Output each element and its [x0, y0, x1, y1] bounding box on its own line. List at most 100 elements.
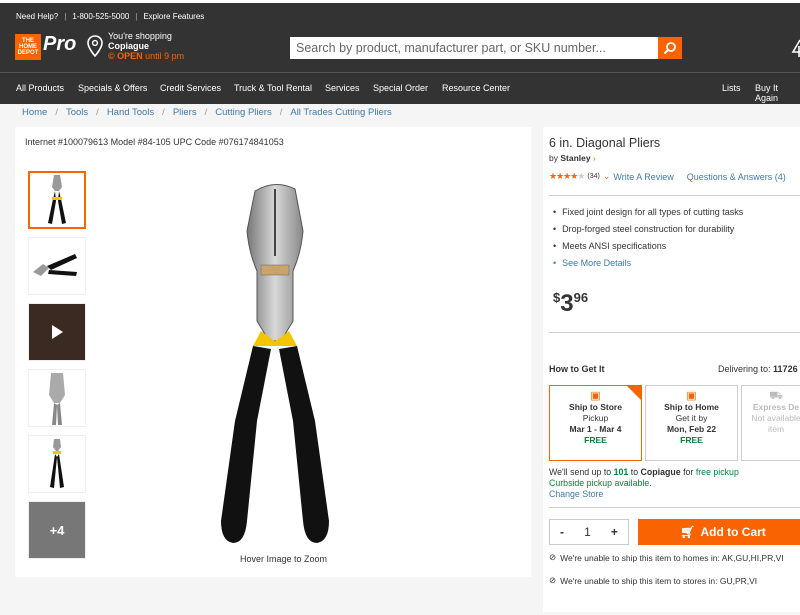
- curbside-note: Curbside pickup available.: [549, 478, 652, 488]
- nav-item-resource-center[interactable]: Resource Center: [442, 83, 510, 93]
- explore-link[interactable]: Explore Features: [143, 12, 204, 21]
- open-label: © OPEN: [108, 51, 143, 61]
- selected-check-icon: [627, 386, 641, 400]
- option-date: Mon, Feb 22: [666, 424, 717, 434]
- delivering-label: Delivering to:: [718, 364, 771, 374]
- breadcrumb-separator: /: [279, 107, 283, 118]
- search-icon: [663, 42, 676, 55]
- chevron-down-icon[interactable]: ⌄: [603, 171, 611, 182]
- breadcrumb-item[interactable]: Cutting Pliers: [215, 107, 272, 118]
- nav-item-special-order[interactable]: Special Order: [373, 83, 428, 93]
- nav-item-services[interactable]: Services: [325, 83, 360, 93]
- option-price: FREE: [680, 435, 703, 445]
- zoom-hint: Hover Image to Zoom: [240, 554, 328, 564]
- feature-item: Fixed joint design for all types of cutt…: [553, 207, 743, 217]
- product-main-image[interactable]: [195, 181, 355, 561]
- breadcrumb-item[interactable]: All Trades Cutting Pliers: [290, 107, 391, 118]
- separator: |: [135, 12, 138, 21]
- pliers-icon: [33, 254, 77, 276]
- brand-line: by Stanley ›: [549, 153, 596, 163]
- store-name: Copiague: [108, 41, 150, 51]
- rating-row: ★★★★★ (34) ⌄ Write A Review Questions & …: [549, 171, 786, 182]
- restriction-text: We're unable to ship this item to stores…: [560, 575, 758, 586]
- thumbnail-closeup[interactable]: [28, 369, 86, 427]
- thumbnail-video[interactable]: [28, 303, 86, 361]
- option-title: Ship to Home: [664, 402, 719, 412]
- separator: |: [64, 12, 67, 21]
- note-for: for: [683, 467, 694, 477]
- option-date: Mar 1 - Mar 4: [569, 424, 622, 434]
- cart-icon: 🛒︎: [680, 525, 696, 539]
- express-delivery-option: ⛟ Express De Not available item: [741, 385, 800, 461]
- feature-item: Drop-forged steel construction for durab…: [553, 224, 743, 234]
- add-to-cart-label: Add to Cart: [700, 525, 766, 539]
- box-icon: ▣: [686, 390, 697, 402]
- pickup-qty: 101: [613, 467, 629, 477]
- by-label: by: [549, 153, 558, 163]
- breadcrumb-item[interactable]: Hand Tools: [107, 107, 154, 118]
- breadcrumb-item[interactable]: Home: [22, 107, 47, 118]
- nav-item-all-products[interactable]: All Products: [16, 83, 64, 93]
- shipping-restriction-stores: ⊘ We're unable to ship this item to stor…: [549, 575, 757, 586]
- qa-link[interactable]: Questions & Answers (4): [687, 172, 786, 182]
- product-title: 6 in. Diagonal Pliers: [549, 136, 661, 150]
- pickup-note: We'll send up to 101 to Copiague for fre…: [549, 467, 739, 500]
- nav-item-specials[interactable]: Specials & Offers: [78, 83, 147, 93]
- nav-item-buy-again[interactable]: Buy It Again: [755, 83, 800, 103]
- quantity-input[interactable]: 1: [584, 525, 591, 539]
- top-utility-bar: Need Help? | 1-800-525-5000 | Explore Fe…: [0, 0, 800, 30]
- nav-item-credit[interactable]: Credit Services: [160, 83, 221, 93]
- store-selector[interactable]: You're shopping Copiague © OPEN until 9 …: [108, 31, 184, 61]
- increase-qty-button[interactable]: +: [611, 525, 618, 539]
- main-nav: All Products Specials & Offers Credit Se…: [0, 72, 800, 104]
- option-price: FREE: [584, 435, 607, 445]
- feature-list: Fixed joint design for all types of cutt…: [553, 207, 743, 275]
- see-more-link[interactable]: See More Details: [553, 258, 743, 268]
- write-review-link[interactable]: Write A Review: [613, 172, 673, 182]
- thumbnail-handles[interactable]: [28, 435, 86, 493]
- note-prefix: We'll send up to: [549, 467, 612, 477]
- location-pin-icon[interactable]: [87, 35, 103, 57]
- breadcrumb-item[interactable]: Pliers: [173, 107, 197, 118]
- ship-to-home-option[interactable]: ▣ Ship to Home Get it by Mon, Feb 22 FRE…: [645, 385, 738, 461]
- search-input[interactable]: Search by product, manufacturer part, or…: [290, 37, 658, 59]
- store-hours: © OPEN until 9 pm: [108, 51, 184, 61]
- buy-box: 6 in. Diagonal Pliers by Stanley › ★★★★★…: [543, 127, 800, 612]
- divider: [549, 195, 800, 196]
- nav-item-lists[interactable]: Lists: [722, 83, 741, 93]
- brand-link[interactable]: Stanley: [560, 153, 590, 163]
- help-link[interactable]: Need Help?: [16, 12, 58, 21]
- chevron-right-icon: ›: [592, 153, 596, 163]
- home-depot-logo[interactable]: THE HOME DEPOT: [15, 34, 41, 60]
- restriction-text: We're unable to ship this item to homes …: [560, 552, 784, 563]
- store-prefix: You're shopping: [108, 31, 172, 41]
- option-line: Not available: [751, 413, 800, 423]
- review-count[interactable]: (34): [587, 173, 599, 180]
- shipping-restriction-homes: ⊘ We're unable to ship this item to home…: [549, 552, 784, 563]
- ship-to-store-option[interactable]: ▣ Ship to Store Pickup Mar 1 - Mar 4 FRE…: [549, 385, 642, 461]
- decrease-qty-button[interactable]: -: [560, 525, 564, 539]
- how-to-get-it-heading: How to Get It: [549, 364, 605, 374]
- user-icon[interactable]: [791, 36, 800, 60]
- add-to-cart-button[interactable]: 🛒︎ Add to Cart: [638, 519, 800, 545]
- main-header: THE HOME DEPOT Pro You're shopping Copia…: [0, 30, 800, 72]
- phone-link[interactable]: 1-800-525-5000: [72, 12, 129, 21]
- note-to: to: [630, 467, 639, 477]
- play-icon: [52, 325, 63, 339]
- thumbnail-more[interactable]: +4: [28, 501, 86, 559]
- breadcrumb-item[interactable]: Tools: [66, 107, 88, 118]
- price-cents: 96: [573, 290, 589, 305]
- star-rating[interactable]: ★★★★★: [549, 171, 585, 182]
- search-button[interactable]: [658, 37, 682, 59]
- free-pickup-label: free pickup: [695, 467, 739, 477]
- breadcrumb: Home / Tools / Hand Tools / Pliers / Cutting…: [22, 107, 392, 118]
- thumbnail-front[interactable]: [28, 171, 86, 229]
- thumbnail-list: +4: [28, 171, 86, 567]
- quantity-stepper: - 1 +: [549, 519, 629, 545]
- delivering-to[interactable]: Delivering to: 11726 |: [718, 364, 800, 374]
- product-identifiers: Internet #100079613 Model #84-105 UPC Co…: [25, 137, 284, 147]
- pliers-icon: [48, 175, 66, 224]
- thumbnail-side[interactable]: [28, 237, 86, 295]
- nav-item-truck-rental[interactable]: Truck & Tool Rental: [234, 83, 312, 93]
- change-store-link[interactable]: Change Store: [549, 489, 739, 500]
